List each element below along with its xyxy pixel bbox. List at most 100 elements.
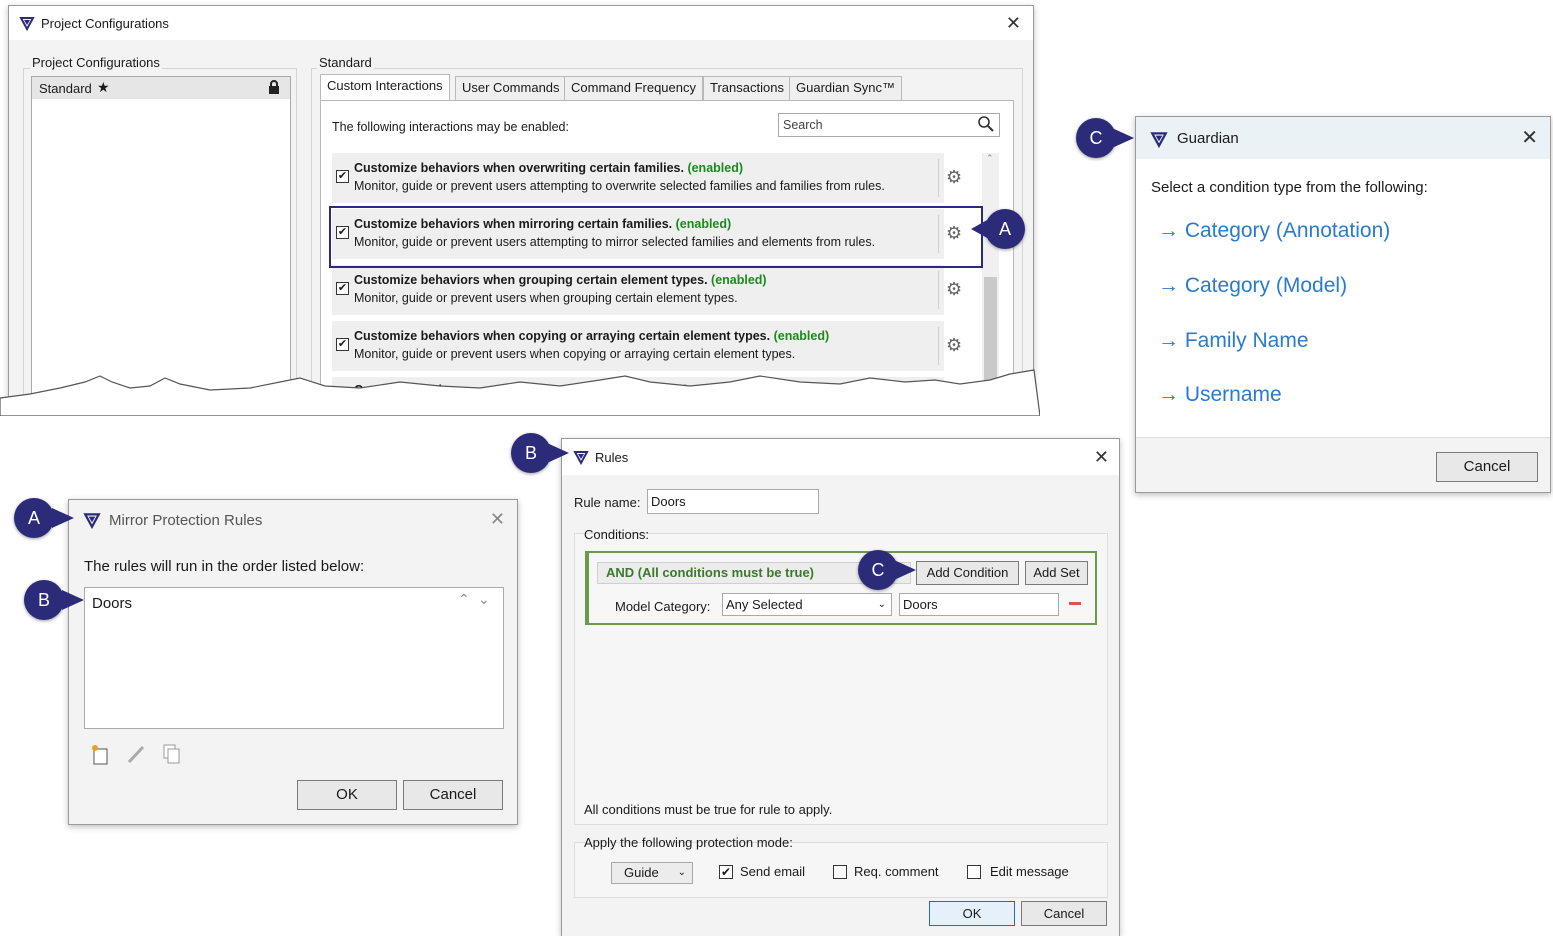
condition-value-input[interactable]: Doors xyxy=(899,593,1059,616)
option-username[interactable]: → Username xyxy=(1158,383,1282,407)
callout-b-mirror: B xyxy=(24,580,64,620)
standard-group-title: Standard xyxy=(317,55,374,70)
option-category-model[interactable]: → Category (Model) xyxy=(1158,274,1347,298)
condition-select-value: Any Selected xyxy=(726,597,803,612)
interaction-title: Customize behaviors when grouping certai… xyxy=(354,273,767,287)
new-rule-icon[interactable] xyxy=(89,743,111,768)
remove-condition-icon[interactable] xyxy=(1069,602,1081,605)
close-icon[interactable]: ✕ xyxy=(490,510,505,528)
interactions-intro: The following interactions may be enable… xyxy=(332,120,569,134)
tab-panel: The following interactions may be enable… xyxy=(320,100,1014,413)
cancel-button[interactable]: Cancel xyxy=(403,780,503,810)
cancel-button[interactable]: Cancel xyxy=(1021,901,1107,926)
search-icon[interactable] xyxy=(977,115,995,136)
move-up-icon[interactable]: ⌃ xyxy=(458,591,470,608)
enable-checkbox[interactable]: ✔ xyxy=(336,170,349,183)
row-divider xyxy=(938,271,939,309)
footer: Cancel xyxy=(1136,437,1550,492)
interaction-row[interactable]: ✔ Customize behaviors when overwriting c… xyxy=(332,153,962,203)
callout-a-mirror: A xyxy=(14,498,54,538)
rule-name-label: Rule name: xyxy=(574,495,641,510)
window-title: Rules xyxy=(595,450,629,465)
interaction-row[interactable]: ✔ Customize behaviors when grouping cert… xyxy=(332,265,962,315)
callout-b-rules-pointer xyxy=(547,443,569,463)
rules-list[interactable]: Doors ⌃ ⌄ xyxy=(84,587,504,729)
ok-button[interactable]: OK xyxy=(297,780,397,810)
req-comment-checkbox[interactable] xyxy=(833,865,847,879)
callout-a-mirror-pointer xyxy=(52,508,74,528)
move-down-icon[interactable]: ⌄ xyxy=(478,591,490,608)
gear-icon[interactable]: ⚙ xyxy=(946,335,962,356)
conditions-label: Conditions: xyxy=(584,527,650,542)
send-email-label: Send email xyxy=(740,864,806,879)
close-icon[interactable]: ✕ xyxy=(1521,128,1538,148)
protection-mode-select[interactable]: Guide ⌄ xyxy=(611,862,693,884)
edit-message-label: Edit message xyxy=(990,864,1069,879)
condition-select[interactable]: Any Selected ⌄ xyxy=(722,593,892,616)
enable-checkbox[interactable]: ✔ xyxy=(336,282,349,295)
config-item-standard[interactable]: Standard ★ xyxy=(32,77,290,99)
callout-c-rules-pointer xyxy=(894,560,916,580)
edit-rule-icon[interactable] xyxy=(125,743,147,768)
copy-rule-icon[interactable] xyxy=(161,743,183,768)
close-icon[interactable]: ✕ xyxy=(1094,448,1109,466)
callout-c: C xyxy=(1076,118,1116,158)
scroll-up-icon[interactable]: ⌃ xyxy=(986,153,994,164)
callout-c-pointer xyxy=(1112,128,1134,148)
search-input[interactable]: Search xyxy=(778,113,1000,137)
gear-icon[interactable]: ⚙ xyxy=(946,279,962,300)
option-category-annotation[interactable]: → Category (Annotation) xyxy=(1158,219,1390,243)
close-icon[interactable]: ✕ xyxy=(1006,14,1021,32)
config-item-label: Standard xyxy=(39,81,92,96)
tab-user-commands[interactable]: User Commands xyxy=(455,76,567,100)
interaction-description: Monitor, guide or prevent users when cop… xyxy=(354,347,796,361)
star-icon: ★ xyxy=(97,79,110,95)
row-divider xyxy=(938,159,939,197)
interaction-title: Customize behaviors when overwriting cer… xyxy=(354,161,743,175)
rules-intro: The rules will run in the order listed b… xyxy=(84,558,365,575)
interaction-description: Monitor, guide or prevent users attempti… xyxy=(354,179,885,193)
guardian-logo-icon xyxy=(83,511,101,529)
interaction-description: Monitor, guide or prevent users when gro… xyxy=(354,291,738,305)
chevron-down-icon: ⌄ xyxy=(877,599,886,610)
tab-guardian-sync[interactable]: Guardian Sync™ xyxy=(789,76,902,100)
mirror-protection-rules-window: Mirror Protection Rules ✕ The rules will… xyxy=(68,499,518,825)
callout-c-rules: C xyxy=(858,550,898,590)
lock-icon xyxy=(268,80,280,97)
title-bar: Guardian ✕ xyxy=(1136,117,1550,159)
cancel-button[interactable]: Cancel xyxy=(1436,452,1538,482)
gear-icon[interactable]: ⚙ xyxy=(946,167,962,188)
project-configurations-window: Project Configurations ✕ Project Configu… xyxy=(8,5,1034,413)
and-condition-set: AND (All conditions must be true) Add Co… xyxy=(585,551,1097,625)
rule-item[interactable]: Doors xyxy=(92,595,132,612)
add-condition-button[interactable]: Add Condition xyxy=(916,561,1019,585)
chevron-down-icon: ⌄ xyxy=(677,867,686,878)
guardian-window: Guardian ✕ Select a condition type from … xyxy=(1135,116,1551,493)
window-title: Guardian xyxy=(1177,130,1239,147)
callout-a: A xyxy=(985,209,1025,249)
search-placeholder: Search xyxy=(783,118,823,132)
callout-b-mirror-pointer xyxy=(62,590,84,610)
interaction-title: Customize behaviors when copying or arra… xyxy=(354,329,830,343)
condition-field-label: Model Category: xyxy=(615,599,711,614)
tab-transactions[interactable]: Transactions xyxy=(703,76,791,100)
edit-message-checkbox[interactable] xyxy=(967,865,981,879)
protection-mode-value: Guide xyxy=(624,865,659,880)
enable-checkbox[interactable]: ✔ xyxy=(336,338,349,351)
interaction-row[interactable]: ✔ Customize behaviors when copying or ar… xyxy=(332,321,962,371)
title-bar: Rules ✕ xyxy=(562,439,1119,475)
req-comment-label: Req. comment xyxy=(854,864,939,879)
tab-strip: Custom Interactions User Commands Comman… xyxy=(320,74,1020,102)
ok-button[interactable]: OK xyxy=(929,901,1015,926)
torn-edge xyxy=(0,369,1040,416)
add-set-button[interactable]: Add Set xyxy=(1025,561,1088,585)
send-email-checkbox[interactable]: ✔ xyxy=(719,865,733,879)
tab-command-frequency[interactable]: Command Frequency xyxy=(564,76,703,100)
row-divider xyxy=(938,327,939,365)
title-bar: Project Configurations ✕ xyxy=(9,6,1033,40)
configurations-list[interactable]: Standard ★ xyxy=(31,76,291,406)
rule-name-input[interactable]: Doors xyxy=(647,489,819,514)
tab-custom-interactions[interactable]: Custom Interactions xyxy=(320,74,450,100)
option-family-name[interactable]: → Family Name xyxy=(1158,329,1309,353)
callout-b-rules: B xyxy=(511,433,551,473)
